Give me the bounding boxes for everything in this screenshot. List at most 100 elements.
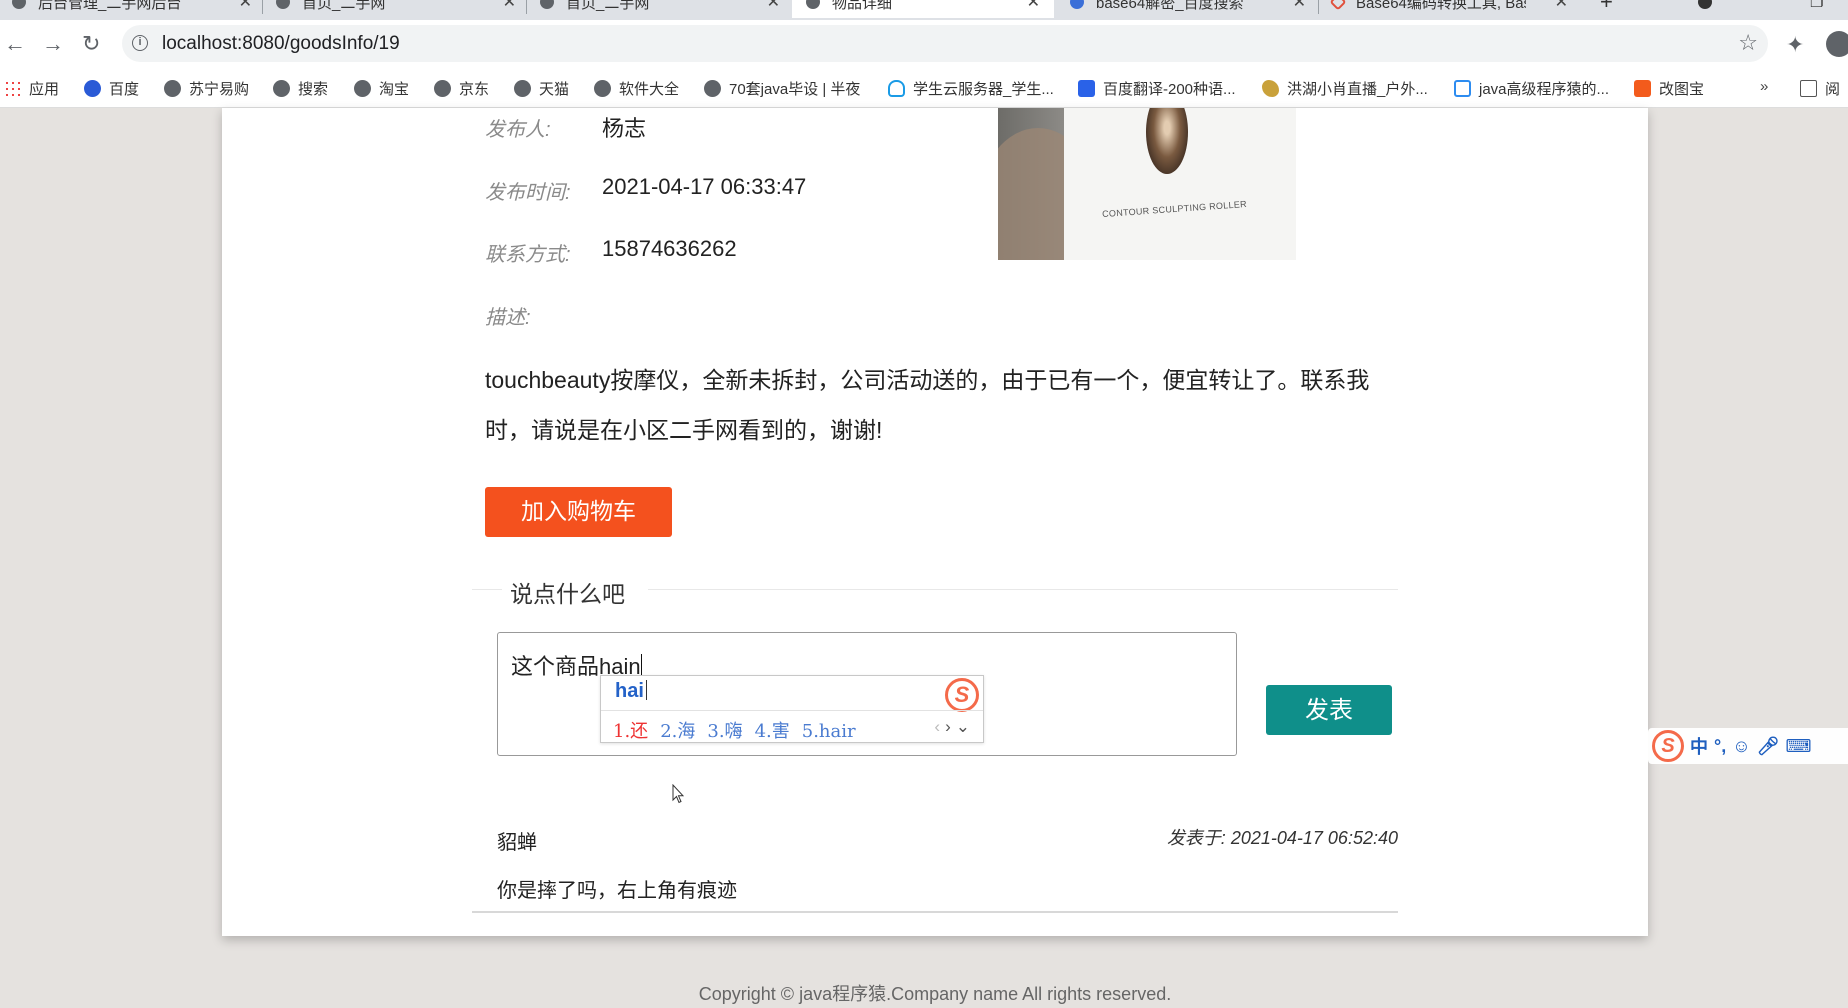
close-icon[interactable]: ✕ [239,0,252,12]
ime-candidate[interactable]: 5.hair [802,721,856,742]
bookmark-taobao[interactable]: 淘宝 [354,78,409,99]
close-icon[interactable]: ✕ [503,0,516,12]
chevron-double-right-icon: » [1760,78,1769,95]
browser-toolbar: ← → ↻ i localhost:8080/goodsInfo/19 ☆ ✦ [0,20,1848,70]
ime-candidate[interactable]: 4.害 [755,721,790,742]
bookmark-student-cloud[interactable]: 学生云服务器_学生... [888,78,1054,99]
ime-candidate[interactable]: 3.嗨 [707,721,742,742]
close-icon[interactable]: ✕ [1027,0,1040,12]
globe-icon [540,0,554,9]
bookmark-tmall[interactable]: 天猫 [514,78,569,99]
goods-description: touchbeauty按摩仪，全新未拆封，公司活动送的，由于已有一个，便宜转让了… [485,367,1370,443]
tab-separator [526,0,527,14]
tab-baidu-search[interactable]: base64解密_百度搜索 ✕ [1070,0,1306,18]
bookmark-honghu-live[interactable]: 洪湖小肖直播_户外... [1262,78,1428,99]
bookmark-suning[interactable]: 苏宁易购 [164,78,249,99]
chevron-left-icon[interactable]: ‹ [934,717,945,736]
bookmarks-overflow-button[interactable]: » [1760,78,1768,95]
bookmark-label: 应用 [29,81,60,98]
close-icon[interactable]: ✕ [1293,0,1306,12]
keyboard-icon[interactable]: ⌨ [1785,736,1811,757]
bookmark-search[interactable]: 搜索 [273,78,328,99]
forward-button[interactable]: → [42,33,64,55]
tab-search-button[interactable] [1698,0,1718,18]
ime-composition: hai [615,680,648,703]
publish-time-value: 2021-04-17 06:33:47 [602,174,807,199]
divider [472,589,502,590]
reload-button[interactable]: ↻ [82,33,100,55]
tab-home-2[interactable]: 首页_二手网 ✕ [540,0,780,18]
back-button[interactable]: ← [4,33,26,55]
extensions-puzzle-icon[interactable]: ✦ [1786,32,1804,58]
close-icon[interactable]: ✕ [1555,0,1568,12]
bookmark-70-java[interactable]: 70套java毕设 | 半夜 [704,78,860,99]
tab-goods-detail[interactable]: 物品详细 ✕ [792,0,1054,18]
window-restore-button[interactable]: ❐ [1810,0,1830,18]
product-image[interactable]: CONTOUR SCULPTING ROLLER [998,108,1296,260]
chevron-right-icon[interactable]: › [945,717,956,736]
globe-icon [806,0,820,9]
baidu-icon [1070,0,1084,9]
microphone-icon[interactable]: 🎤︎ [1757,736,1780,757]
ime-mode-chinese[interactable]: 中 [1690,733,1708,759]
bookmark-baidu[interactable]: 百度 [84,78,139,99]
globe-icon [514,80,531,97]
comment-author: 貂蝉 [497,832,537,854]
globe-icon [12,0,26,9]
info-icon[interactable]: i [132,35,148,51]
globe-icon [434,80,451,97]
tv-icon [1454,80,1471,97]
ime-status-bar[interactable]: S 中 °, ☺ 🎤︎ ⌨ [1648,728,1848,764]
bookmark-star-icon[interactable]: ☆ [1738,30,1758,56]
tab-base64-tool[interactable]: Base64编码转换工具, Bas ✕ [1329,0,1568,18]
bird-icon [1262,80,1279,97]
globe-icon [354,80,371,97]
goods-detail-card [222,108,1648,936]
bookmark-java-senior[interactable]: java高级程序猿的... [1454,78,1609,99]
bookmark-label: 搜索 [298,81,329,98]
contact-label: 联系方式: [485,244,571,266]
bookmark-label: java高级程序猿的... [1479,81,1610,98]
ime-composition-text: hai [615,680,644,702]
punctuation-icon[interactable]: °, [1714,736,1726,757]
comment-time-label: 发表于: [1166,828,1226,848]
bookmark-label: 70套java毕设 | 半夜 [729,81,861,98]
ime-candidate[interactable]: 1.还 [613,721,648,742]
bookmark-software[interactable]: 软件大全 [594,78,679,99]
bookmark-jd[interactable]: 京东 [434,78,489,99]
post-comment-button[interactable]: 发表 [1266,685,1392,735]
bookmark-baidu-translate[interactable]: 百度翻译-200种语... [1078,78,1236,99]
emoji-icon[interactable]: ☺ [1732,736,1750,757]
tool-icon [1329,0,1347,11]
new-tab-button[interactable]: + [1600,0,1620,18]
address-bar[interactable]: i localhost:8080/goodsInfo/19 ☆ [122,25,1768,62]
comment-legend: 说点什么吧 [510,581,625,607]
tab-home-1[interactable]: 首页_二手网 ✕ [276,0,516,18]
cloud-icon [888,80,905,97]
add-to-cart-button[interactable]: 加入购物车 [485,487,672,537]
sogou-logo-icon[interactable]: S [1652,730,1684,762]
publisher-label: 发布人: [485,119,551,141]
reading-list-button[interactable]: 阅 [1800,78,1840,99]
globe-icon [704,80,721,97]
tab-separator [1318,0,1319,14]
publish-time-label: 发布时间: [485,182,571,204]
tab-admin[interactable]: 后台管理_二手网后台 ✕ [12,0,252,18]
bookmark-label: 洪湖小肖直播_户外... [1287,81,1428,98]
bookmark-gaitubao[interactable]: 改图宝 [1634,78,1704,99]
profile-avatar[interactable] [1826,31,1848,57]
url-text[interactable]: localhost:8080/goodsInfo/19 [162,33,400,55]
bookmark-label: 百度 [109,81,140,98]
divider [601,710,983,711]
ime-candidate[interactable]: 2.海 [660,721,695,742]
plus-icon: + [1600,0,1613,14]
tab-title: 首页_二手网 [302,0,386,12]
chevron-down-icon[interactable]: ⌄ [956,717,975,736]
divider [648,589,1398,590]
bookmark-apps[interactable]: 应用 [4,78,59,99]
mouse-cursor-icon [672,784,684,804]
close-icon[interactable]: ✕ [767,0,780,12]
contact-value: 15874636262 [602,236,737,261]
chevron-down-icon [1698,0,1712,9]
text-caret [645,680,648,700]
